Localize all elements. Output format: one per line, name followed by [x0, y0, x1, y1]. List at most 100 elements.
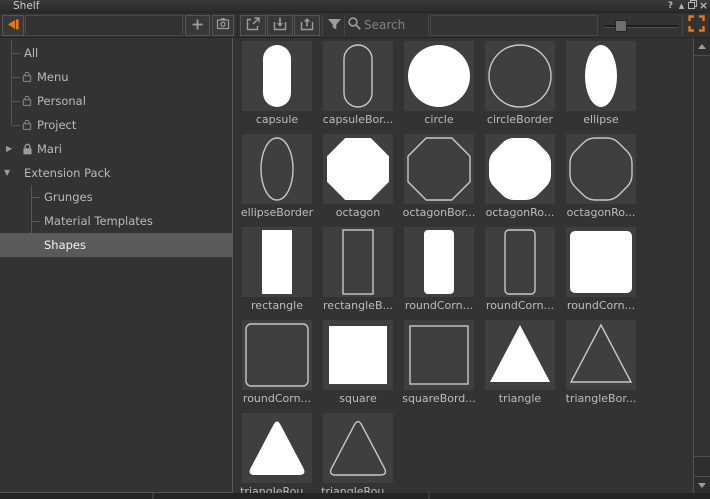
shelf-item-label: octagonBor... — [395, 206, 483, 219]
bottom-divider — [428, 493, 430, 499]
shelf-item[interactable]: triangleBor... — [566, 320, 636, 405]
shelf-item[interactable]: ellipse — [566, 41, 636, 126]
shelf-item[interactable]: roundCorn... — [485, 227, 555, 312]
toolbar-right: Search — [238, 13, 710, 37]
tree-item-label: Extension Pack — [24, 161, 111, 185]
scrollbar-thumb[interactable] — [694, 56, 710, 457]
shelf-item-label: triangleRou... — [233, 485, 321, 493]
shelf-name-field[interactable] — [25, 15, 183, 36]
export-items-button[interactable] — [294, 15, 320, 36]
filter-funnel-icon — [326, 16, 343, 36]
shelf-item-label: rectangle — [233, 299, 321, 312]
vertical-scrollbar[interactable] — [693, 38, 710, 493]
round-square-fill-thumbnail — [566, 227, 636, 297]
search-icon — [347, 16, 362, 35]
shelf-item-label: rectangleB... — [314, 299, 402, 312]
up-arrow-icon — [698, 44, 706, 49]
ellipse-fill-thumbnail — [566, 41, 636, 111]
tree-item-menu[interactable]: Menu — [0, 65, 232, 89]
shelf-item[interactable]: triangle — [485, 320, 555, 405]
add-shelf-button[interactable] — [185, 15, 210, 36]
shelf-item-label: roundCorn... — [395, 299, 483, 312]
shelf-item-label: triangleBor... — [557, 392, 645, 405]
search-icon-area — [346, 15, 362, 36]
search-input[interactable]: Search — [364, 13, 405, 37]
shelf-description-field — [430, 15, 598, 36]
plus-icon — [191, 18, 204, 34]
panel-title: Shelf — [13, 0, 39, 12]
export-shelf-button[interactable] — [240, 15, 266, 36]
shelf-item[interactable]: roundCorn... — [566, 227, 636, 312]
snapshot-button[interactable] — [212, 15, 234, 36]
titlebar[interactable]: Shelf ? ▲ × — [0, 0, 710, 13]
toolbar-left — [0, 13, 238, 37]
shelf-item[interactable]: octagon — [323, 134, 393, 219]
shelf-item[interactable]: capsule — [242, 41, 312, 126]
slider-handle[interactable] — [615, 20, 627, 32]
toolbar-separator — [428, 15, 429, 36]
shelf-item-label: squareBord... — [395, 392, 483, 405]
shelf-item-label: roundCorn... — [476, 299, 564, 312]
scroll-down-button[interactable] — [694, 476, 710, 493]
tree-item-mari[interactable]: ▶Mari — [0, 137, 232, 161]
shelf-tree: AllMenuPersonalProject▶Mari▼ Extension Pa… — [0, 38, 233, 493]
expand-view-button[interactable] — [685, 15, 707, 36]
import-items-button[interactable] — [267, 15, 293, 36]
rect-fill-thumbnail — [242, 227, 312, 297]
shelf-item-label: roundCorn... — [233, 392, 321, 405]
shelf-item-grid: capsulecapsuleBor...circlecircleBorderel… — [242, 41, 636, 493]
dock-toggle-button[interactable] — [2, 15, 24, 36]
help-icon[interactable]: ? — [665, 0, 676, 12]
octagon-round-border-thumbnail — [566, 134, 636, 204]
shelf-item[interactable]: octagonRo... — [485, 134, 555, 219]
tree-item-shapes[interactable]: Shapes — [0, 233, 232, 257]
shelf-item-label: triangleRou... — [314, 485, 402, 493]
tree-item-material-templates[interactable]: Material Templates — [0, 209, 232, 233]
filter-button[interactable] — [324, 15, 344, 36]
export-icon — [245, 16, 261, 35]
octagon-fill-thumbnail — [323, 134, 393, 204]
tree-item-grunges[interactable]: Grunges — [0, 185, 232, 209]
tree-item-personal[interactable]: Personal — [0, 89, 232, 113]
chevron-expanded-icon[interactable]: ▼ — [4, 161, 10, 185]
round-rect-fill-thumbnail — [404, 227, 474, 297]
dock-arrow-icon — [5, 17, 21, 35]
triangle-border-thumbnail — [566, 320, 636, 390]
chevron-collapsed-icon[interactable]: ▶ — [6, 137, 12, 161]
shelf-item[interactable]: octagonBor... — [404, 134, 474, 219]
shelf-item[interactable]: circleBorder — [485, 41, 555, 126]
round-square-border-thumbnail — [242, 320, 312, 390]
export-up-icon — [299, 16, 315, 35]
shelf-item[interactable]: squareBord... — [404, 320, 474, 405]
shelf-item[interactable]: triangleRou... — [323, 413, 393, 493]
shelf-item-label: octagonRo... — [476, 206, 564, 219]
detach-icon[interactable]: ▲ — [676, 0, 687, 12]
shelf-item[interactable]: square — [323, 320, 393, 405]
shelf-grid-panel: capsulecapsuleBor...circlecircleBorderel… — [233, 38, 693, 493]
tree-item-project[interactable]: Project — [0, 113, 232, 137]
shelf-item[interactable]: triangleRou... — [242, 413, 312, 493]
tree-item-extension-pack[interactable]: ▼ Extension Pack — [0, 161, 232, 185]
scroll-up-button[interactable] — [694, 38, 710, 56]
content-area: AllMenuPersonalProject▶Mari▼ Extension Pa… — [0, 38, 710, 493]
tree-item-all[interactable]: All — [0, 41, 232, 65]
shelf-item[interactable]: circle — [404, 41, 474, 126]
shelf-item[interactable]: roundCorn... — [242, 320, 312, 405]
shelf-item[interactable]: rectangleB... — [323, 227, 393, 312]
shelf-item[interactable]: rectangle — [242, 227, 312, 312]
restore-icon[interactable] — [687, 0, 698, 12]
square-border-thumbnail — [404, 320, 474, 390]
shelf-item-label: ellipse — [557, 113, 645, 126]
import-down-icon — [272, 16, 288, 35]
shelf-item-label: capsule — [233, 113, 321, 126]
shelf-item[interactable]: ellipseBorder — [242, 134, 312, 219]
ellipse-border-thumbnail — [242, 134, 312, 204]
shelf-item[interactable]: roundCorn... — [404, 227, 474, 312]
round-rect-border-thumbnail — [485, 227, 555, 297]
shelf-item-label: roundCorn... — [557, 299, 645, 312]
shelf-panel: Shelf ? ▲ × — [0, 0, 710, 499]
close-icon[interactable]: × — [698, 0, 709, 12]
shelf-item[interactable]: octagonRo... — [566, 134, 636, 219]
triangle-round-fill-thumbnail — [242, 413, 312, 483]
shelf-item[interactable]: capsuleBor... — [323, 41, 393, 126]
